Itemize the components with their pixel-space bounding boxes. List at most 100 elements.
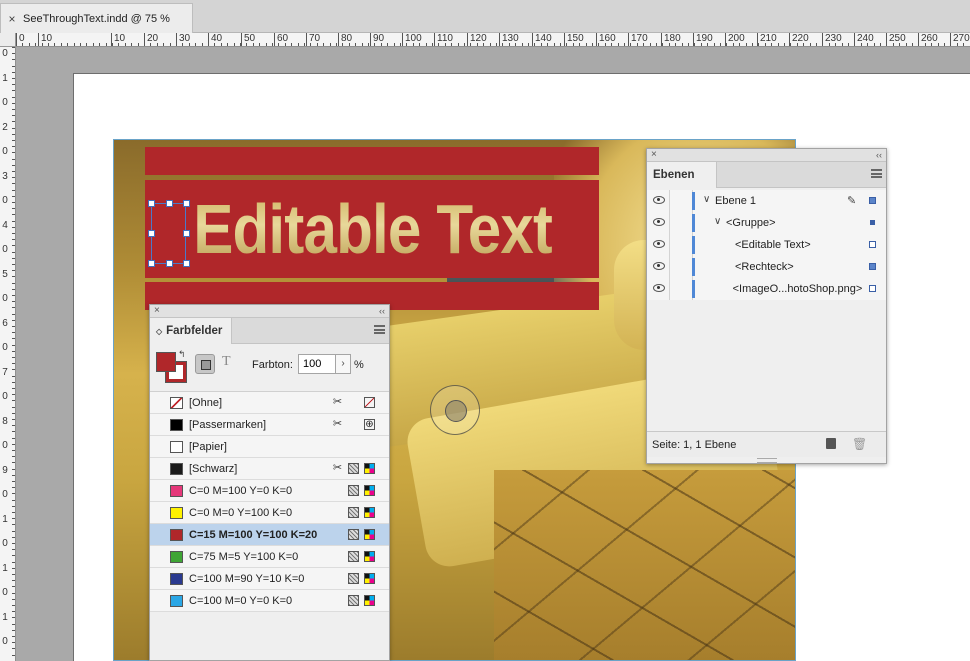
selection-handle-tm[interactable] xyxy=(166,200,173,207)
panel-menu-icon[interactable] xyxy=(374,325,385,334)
ruler-minor-tick xyxy=(12,53,15,55)
lock-toggle[interactable] xyxy=(669,212,693,234)
swatch-row[interactable]: C=100 M=0 Y=0 K=0 xyxy=(150,590,389,612)
vertical-ruler[interactable]: 0 1 0 2 0 3 0 4 0 5 0 6 0 7 0 8 0 9 0 1 0 1 0 1 0 xyxy=(0,47,16,661)
lock-toggle[interactable] xyxy=(669,256,693,278)
layer-row[interactable]: ∨ Ebene 1 ✎ xyxy=(647,190,886,212)
selection-handle-bl[interactable] xyxy=(148,260,155,267)
selection-handle-ml[interactable] xyxy=(148,230,155,237)
ruler-label: 190 xyxy=(696,33,713,44)
ruler-minor-tick xyxy=(323,43,325,46)
lock-toggle[interactable] xyxy=(669,234,693,256)
trash-icon[interactable]: 🗑 xyxy=(852,437,867,451)
ruler-minor-tick xyxy=(12,437,15,439)
layer-name[interactable]: Ebene 1 xyxy=(715,195,756,207)
selection-target-icon[interactable] xyxy=(869,241,876,248)
swatch-row[interactable]: C=100 M=90 Y=10 K=0 xyxy=(150,568,389,590)
layer-name[interactable]: <Rechteck> xyxy=(735,261,794,273)
editable-text-frame[interactable]: Editable Text xyxy=(150,183,595,275)
ruler-minor-tick xyxy=(534,43,536,46)
swatch-row[interactable]: C=0 M=0 Y=100 K=0 xyxy=(150,502,389,524)
tab-ebenen[interactable]: Ebenen xyxy=(647,162,717,188)
layer-row[interactable]: ∨ <Gruppe> xyxy=(647,212,886,234)
tab-farbfelder[interactable]: ◇ Farbfelder xyxy=(150,318,232,344)
tint-input[interactable] xyxy=(298,354,336,374)
lock-toggle[interactable] xyxy=(669,190,693,212)
swatches-panel-titlebar[interactable]: × ‹‹ xyxy=(150,305,389,318)
selection-target-icon[interactable] xyxy=(870,220,875,225)
ruler-minor-tick xyxy=(816,43,817,46)
selection-handle-tr[interactable] xyxy=(183,200,190,207)
ruler-minor-tick xyxy=(12,164,15,166)
visibility-eye-icon[interactable] xyxy=(653,196,665,204)
cmyk-mode-icon xyxy=(364,507,375,518)
red-band-top[interactable] xyxy=(145,147,599,175)
swatch-row[interactable]: C=0 M=100 Y=0 K=0 xyxy=(150,480,389,502)
ruler-minor-tick xyxy=(12,543,15,544)
panel-menu-icon[interactable] xyxy=(871,169,882,178)
ruler-minor-tick xyxy=(12,319,15,321)
selection-handle-tl[interactable] xyxy=(148,200,155,207)
selection-handle-bm[interactable] xyxy=(166,260,173,267)
close-icon[interactable]: × xyxy=(651,149,657,161)
swatch-row[interactable]: [Ohne] ✂ xyxy=(150,392,389,414)
ruler-minor-tick xyxy=(12,332,15,334)
ruler-minor-tick xyxy=(348,43,350,46)
ruler-label: 5 xyxy=(2,268,8,280)
layers-panel: × ‹‹ Ebenen ∨ Ebene 1 ✎ ∨ <Gruppe> <Editable … xyxy=(646,148,887,464)
ruler-minor-tick xyxy=(12,115,15,117)
swatch-name: [Schwarz] xyxy=(189,463,238,475)
close-icon[interactable]: × xyxy=(154,305,160,317)
layer-row[interactable]: <Editable Text> xyxy=(647,234,886,256)
ruler-origin[interactable] xyxy=(0,33,16,47)
layer-row[interactable]: <Rechteck> xyxy=(647,256,886,278)
content-grabber[interactable] xyxy=(430,385,480,435)
fill-color-icon[interactable] xyxy=(156,352,176,372)
selection-target-icon[interactable] xyxy=(869,197,876,204)
swatch-row[interactable]: [Papier] xyxy=(150,436,389,458)
collapse-icon[interactable]: ‹‹ xyxy=(379,305,385,317)
horizontal-ruler[interactable]: 0 10 10 20 30 40 50 60 70 80 90 100 110 120 130 140 150 1… xyxy=(16,33,970,47)
close-tab-icon[interactable]: × xyxy=(1,12,23,26)
layer-name[interactable]: <Editable Text> xyxy=(735,239,811,251)
document-tab[interactable]: × SeeThroughText.indd @ 75 % xyxy=(0,3,193,33)
swatch-row[interactable]: C=75 M=5 Y=100 K=0 xyxy=(150,546,389,568)
visibility-eye-icon[interactable] xyxy=(653,262,665,270)
collapse-icon[interactable]: ‹‹ xyxy=(876,149,882,161)
layer-name[interactable]: <Gruppe> xyxy=(726,217,776,229)
ruler-minor-tick xyxy=(12,121,15,123)
visibility-eye-icon[interactable] xyxy=(653,240,665,248)
panel-resize-grip[interactable] xyxy=(757,458,777,463)
formatting-affects-container-button[interactable] xyxy=(195,354,215,374)
selection-handle-br[interactable] xyxy=(183,260,190,267)
ruler-label: 0 xyxy=(2,244,8,255)
visibility-eye-icon[interactable] xyxy=(653,284,665,292)
ruler-label: 220 xyxy=(792,33,809,44)
swatch-row[interactable]: [Schwarz] ✂ xyxy=(150,458,389,480)
ruler-minor-tick xyxy=(310,43,312,46)
new-layer-icon[interactable] xyxy=(826,438,836,449)
expand-chevron-icon[interactable]: ∨ xyxy=(703,194,710,205)
selection-target-icon[interactable] xyxy=(869,263,876,270)
ruler-minor-tick xyxy=(12,338,15,340)
swatch-row[interactable]: [Passermarken] ✂ ⊕ xyxy=(150,414,389,436)
expand-chevron-icon[interactable]: ∨ xyxy=(714,216,721,227)
selection-target-icon[interactable] xyxy=(869,285,876,292)
ruler-minor-tick xyxy=(937,43,939,46)
layers-panel-titlebar[interactable]: × ‹‹ xyxy=(647,149,886,162)
tint-dropdown-button[interactable]: › xyxy=(335,354,351,374)
selection-handle-mr[interactable] xyxy=(183,230,190,237)
ruler-minor-tick xyxy=(12,369,15,371)
layer-name[interactable]: <ImageO...hotoShop.png> xyxy=(733,283,863,295)
ruler-minor-tick xyxy=(764,43,766,46)
ruler-tick xyxy=(564,33,565,46)
swap-fill-stroke-icon[interactable]: ↰ xyxy=(178,349,186,360)
lock-toggle[interactable] xyxy=(669,278,693,300)
visibility-eye-icon[interactable] xyxy=(653,218,665,226)
formatting-affects-text-button[interactable]: T xyxy=(222,354,231,370)
swatch-row[interactable]: C=15 M=100 Y=100 K=20 xyxy=(150,524,389,546)
layer-row[interactable]: <ImageO...hotoShop.png> xyxy=(647,278,886,300)
tab-expand-icon[interactable]: ◇ xyxy=(156,327,162,336)
selection-bounding-box[interactable] xyxy=(151,203,186,264)
ruler-minor-tick xyxy=(12,394,15,396)
